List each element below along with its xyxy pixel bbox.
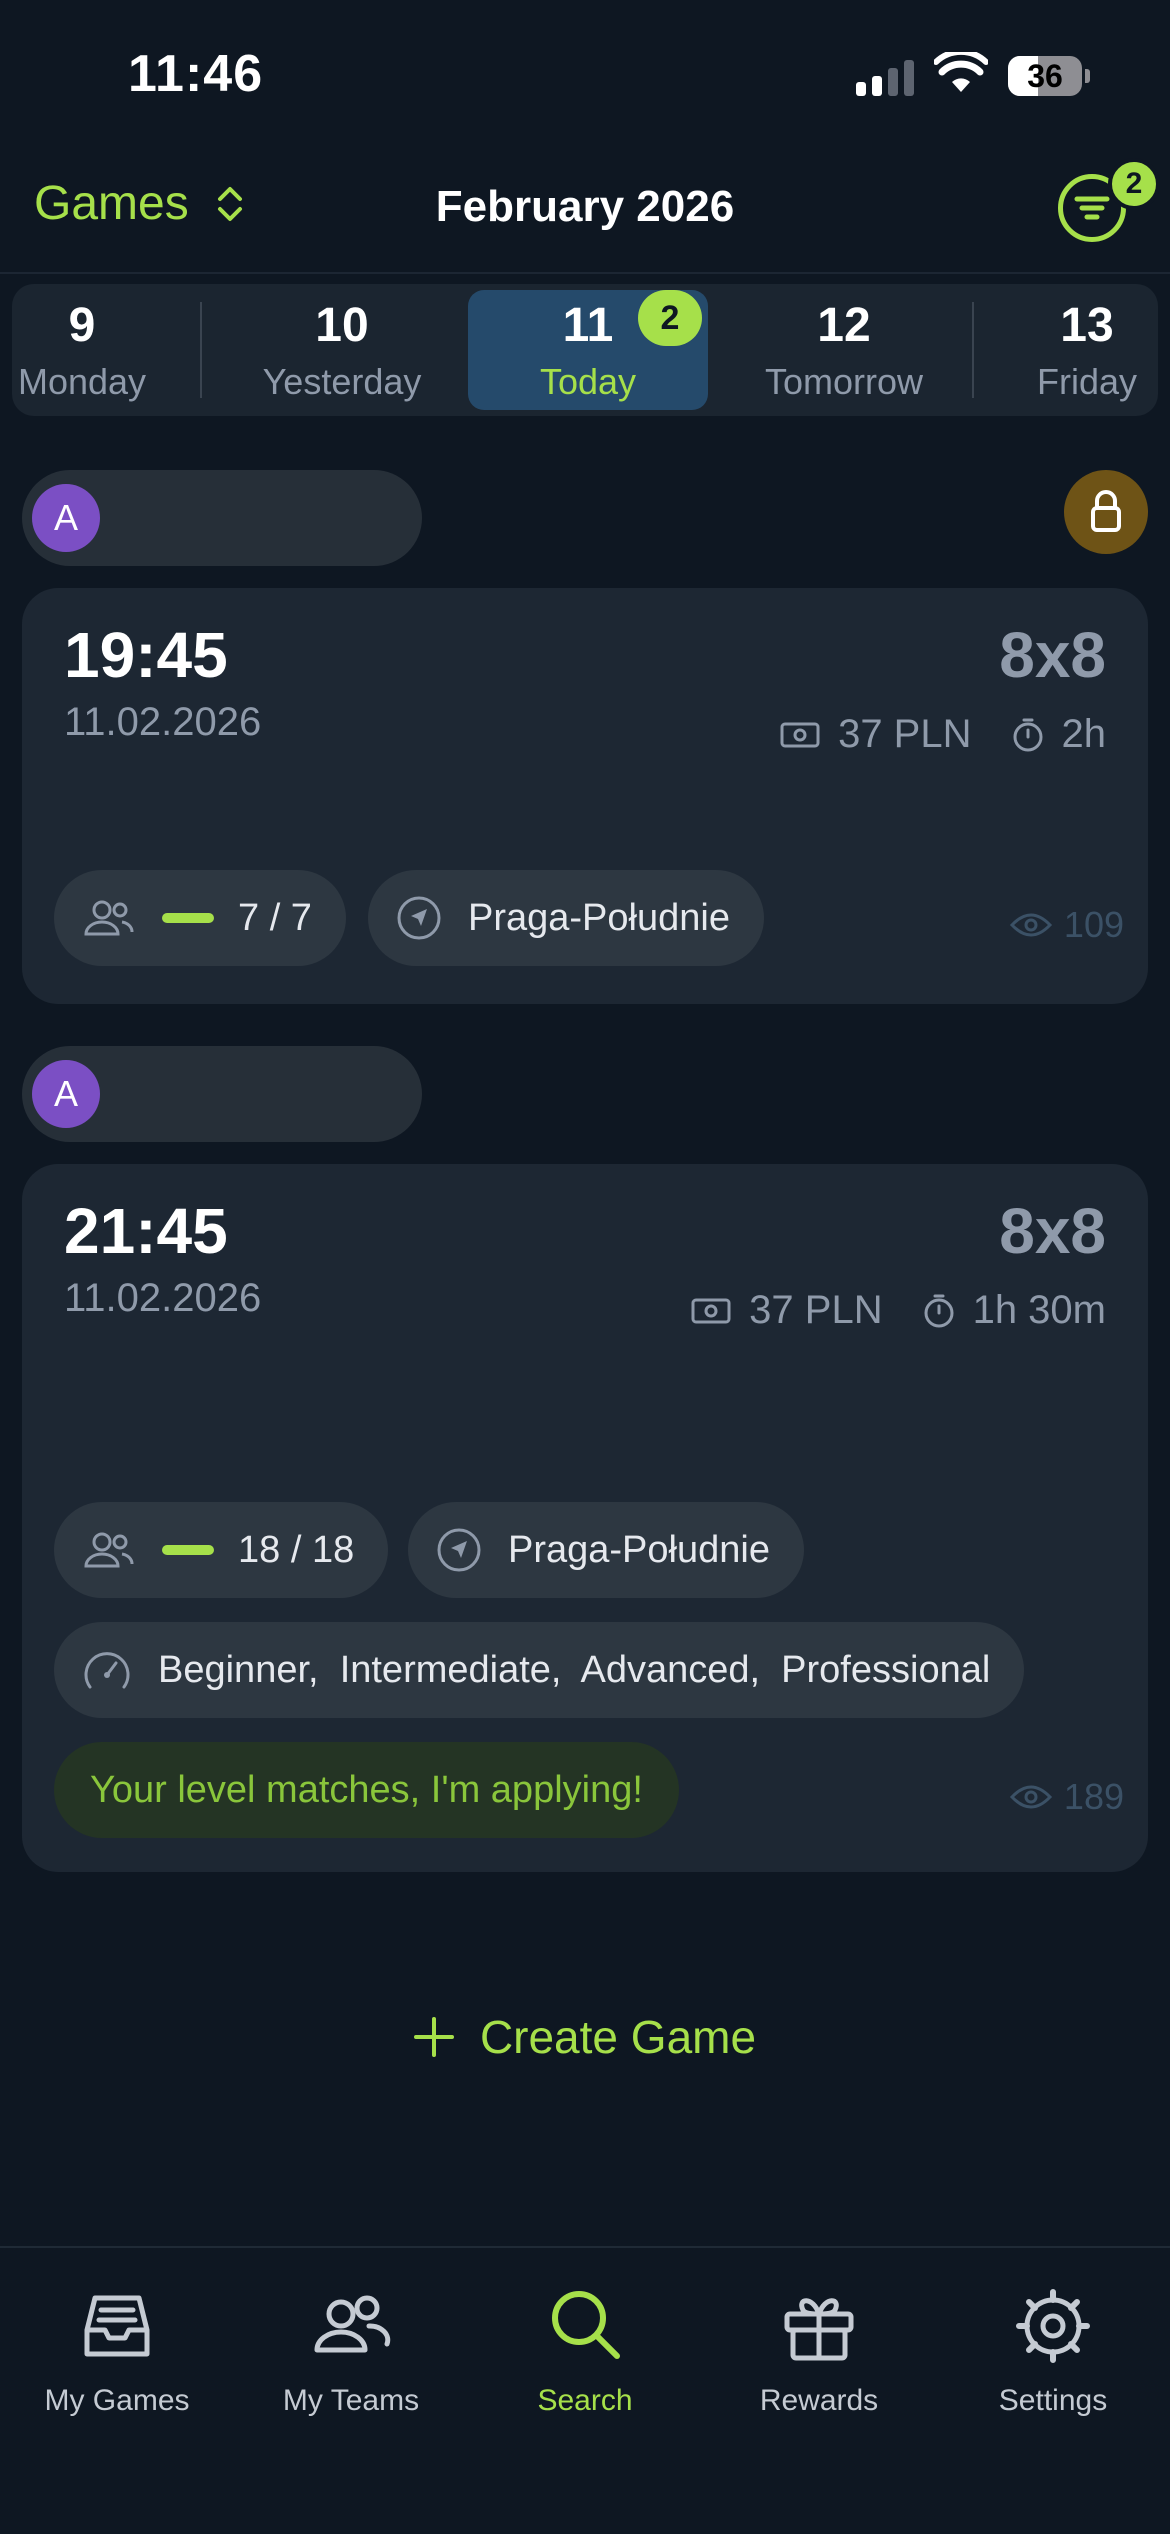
- views-count: 109: [1009, 904, 1124, 946]
- create-game-label: Create Game: [479, 2011, 757, 2063]
- date-strip[interactable]: 9 Monday 10 Yesterday 11 Today 2 12 Tomo…: [12, 284, 1158, 416]
- gift-icon: [784, 2298, 854, 2361]
- create-game-button[interactable]: Create Game: [0, 2010, 1170, 2064]
- game-date: 11.02.2026: [64, 700, 262, 744]
- users-icon: [314, 2295, 391, 2353]
- eye-icon: [1009, 913, 1052, 937]
- month-title: February 2026: [435, 182, 735, 231]
- date-label: Tomorrow: [764, 361, 924, 402]
- skill-levels: Beginner, Intermediate, Advanced, Profes…: [158, 1648, 991, 1691]
- game-meta: 37 PLN 1h 30m: [691, 1288, 1106, 1333]
- date-number: 9: [68, 299, 96, 352]
- organizer-pill[interactable]: A: [22, 470, 422, 566]
- tab-bar: My Games My Teams Search Rewards Setting…: [0, 2246, 1170, 2534]
- date-label: Yesterday: [262, 361, 422, 402]
- users-icon: [84, 900, 134, 936]
- stopwatch-icon: [1013, 718, 1042, 751]
- date-label: Friday: [1036, 361, 1138, 402]
- location-district: Praga-Południe: [468, 896, 730, 939]
- game-time: 19:45: [64, 619, 228, 691]
- location-chip[interactable]: Praga-Południe: [368, 870, 764, 966]
- avatar: A: [32, 1060, 100, 1128]
- eye-icon: [1009, 1785, 1052, 1809]
- battery-level: 36: [1027, 58, 1063, 94]
- navigation-arrow-icon: [397, 896, 441, 940]
- avatar: A: [32, 484, 100, 552]
- tab-label: My Teams: [282, 2384, 420, 2417]
- tab-search[interactable]: Search: [468, 2284, 702, 2418]
- game-duration: 1h 30m: [972, 1288, 1106, 1332]
- game-meta: 37 PLN 2h: [780, 712, 1106, 757]
- date-number: 10: [315, 299, 369, 352]
- game-duration: 2h: [1061, 712, 1107, 756]
- search-icon: [552, 2291, 620, 2359]
- lock-icon: [1091, 490, 1121, 532]
- location-chip[interactable]: Praga-Południe: [408, 1502, 804, 1598]
- players-count: 7 / 7: [238, 896, 312, 939]
- stopwatch-icon: [924, 1294, 954, 1327]
- tab-label: Search: [537, 2384, 633, 2417]
- date-number: 12: [817, 299, 871, 352]
- views-count: 189: [1009, 1776, 1124, 1818]
- date-label: Monday: [17, 361, 147, 402]
- status-time: 11:46: [128, 45, 264, 103]
- players-fill-bar: [162, 1545, 214, 1555]
- users-icon: [84, 1532, 134, 1568]
- players-chip: 18 / 18: [54, 1502, 389, 1598]
- inbox-icon: [84, 2295, 150, 2357]
- game-price: 37 PLN: [749, 1288, 883, 1332]
- views-number: 109: [1063, 904, 1124, 945]
- level-match-apply-button[interactable]: Your level matches, I'm applying!: [54, 1742, 679, 1838]
- players-chip: 7 / 7: [54, 870, 346, 966]
- date-label: Today: [539, 361, 637, 402]
- wifi-icon: [934, 52, 988, 92]
- battery-indicator: 36: [1008, 56, 1090, 96]
- tab-label: Rewards: [759, 2384, 879, 2417]
- date-number: 13: [1060, 299, 1114, 352]
- skill-levels-chip: Beginner, Intermediate, Advanced, Profes…: [54, 1622, 1025, 1718]
- date-item-10[interactable]: 10 Yesterday: [222, 284, 462, 416]
- tab-label: My Games: [44, 2384, 190, 2417]
- plus-icon: [413, 2017, 454, 2057]
- money-icon: [691, 1298, 731, 1323]
- date-item-12[interactable]: 12 Tomorrow: [724, 284, 964, 416]
- tab-rewards[interactable]: Rewards: [702, 2284, 936, 2418]
- tab-label: Settings: [998, 2384, 1108, 2417]
- game-price: 37 PLN: [838, 712, 972, 756]
- tab-my-teams[interactable]: My Teams: [234, 2284, 468, 2418]
- gear-icon: [1016, 2289, 1090, 2363]
- date-separator: [200, 302, 202, 398]
- navigation-arrow-icon: [437, 1528, 481, 1572]
- game-card[interactable]: 19:45 11.02.2026 8x8 37 PLN 2h 7 / 7 Pra…: [22, 588, 1148, 1004]
- date-item-13[interactable]: 13 Friday: [1002, 284, 1158, 416]
- date-separator: [972, 302, 974, 398]
- game-format: 8x8: [999, 1195, 1106, 1267]
- game-format: 8x8: [999, 619, 1106, 691]
- date-game-count-badge: 2: [638, 290, 702, 346]
- location-district: Praga-Południe: [508, 1528, 770, 1571]
- speedometer-icon: [84, 1652, 130, 1689]
- game-date: 11.02.2026: [64, 1276, 262, 1320]
- views-number: 189: [1063, 1776, 1124, 1817]
- game-time: 21:45: [64, 1195, 228, 1267]
- cellular-signal-icon: [856, 60, 916, 96]
- players-fill-bar: [162, 913, 214, 923]
- organizer-pill[interactable]: A: [22, 1046, 422, 1142]
- players-count: 18 / 18: [238, 1528, 355, 1571]
- tab-my-games[interactable]: My Games: [0, 2284, 234, 2418]
- game-card[interactable]: 21:45 11.02.2026 8x8 37 PLN 1h 30m 18 / …: [22, 1164, 1148, 1872]
- date-item-9[interactable]: 9 Monday: [12, 284, 152, 416]
- filter-count-badge: 2: [1108, 158, 1160, 210]
- money-icon: [780, 722, 820, 747]
- tab-settings[interactable]: Settings: [936, 2284, 1170, 2418]
- private-game-button[interactable]: [1064, 470, 1148, 554]
- header-divider: [0, 272, 1170, 274]
